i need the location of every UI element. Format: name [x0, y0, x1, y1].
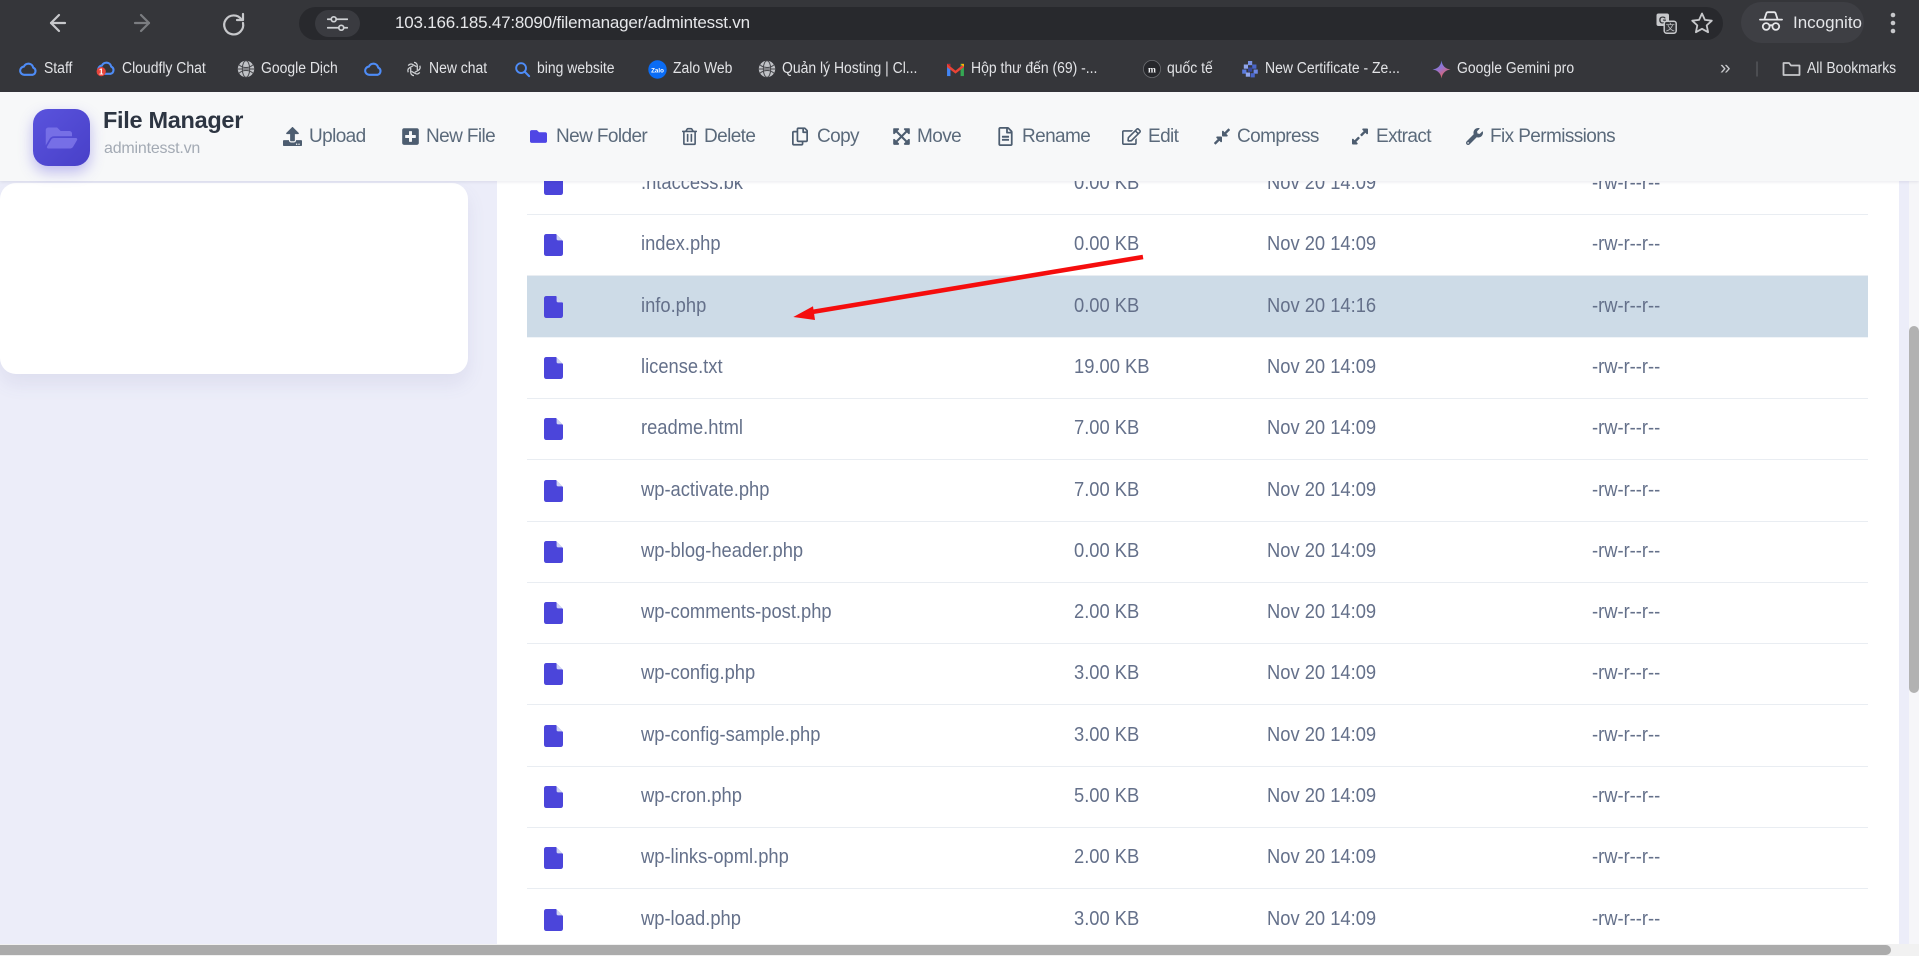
svg-text:文: 文: [1666, 22, 1675, 33]
svg-text:Zalo: Zalo: [651, 67, 664, 74]
svg-text:m: m: [1148, 65, 1156, 75]
svg-text:1: 1: [99, 68, 104, 77]
